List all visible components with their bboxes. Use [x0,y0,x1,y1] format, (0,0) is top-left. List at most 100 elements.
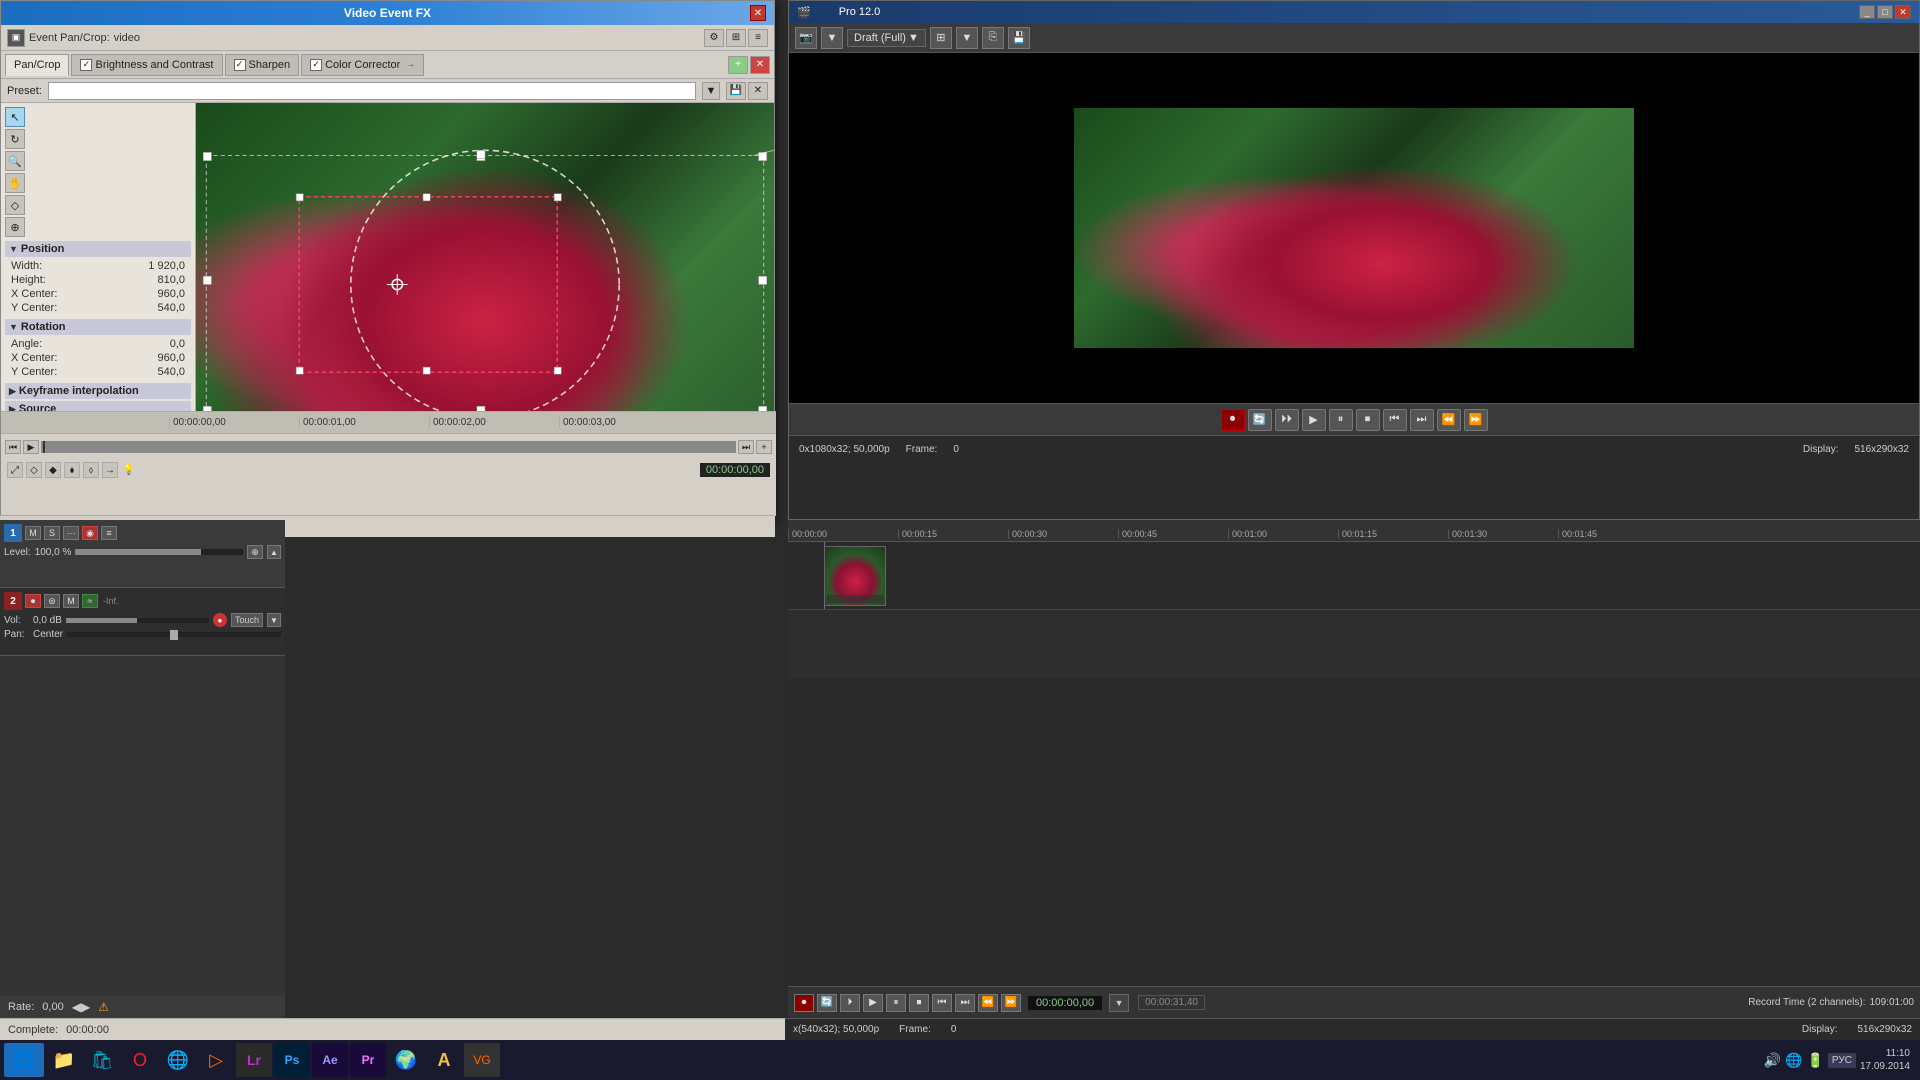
video-clip[interactable] [824,546,886,606]
tl-add-keyframe[interactable]: + [756,440,772,454]
taskbar-chrome-icon[interactable]: 🌐 [160,1043,196,1077]
tl-tool-3[interactable]: ◆ [45,462,61,478]
tool-anchor[interactable]: ⊕ [5,217,25,237]
tool-move[interactable]: ✋ [5,173,25,193]
track1-expand[interactable]: ▲ [267,545,281,559]
pb-go-end[interactable]: ⏭ [1410,409,1434,431]
preview-quality-dropdown[interactable]: Draft (Full) ▼ [847,29,926,47]
track2-record-arm[interactable]: ● [213,613,227,627]
tab-sharpen-check[interactable]: ✓ [234,59,246,71]
tl-tool-4[interactable]: ⬧ [64,462,80,478]
systray-sound-icon[interactable]: 🔊 [1764,1052,1781,1069]
preview-camera-btn[interactable]: 📷 [795,27,817,49]
taskbar-media-icon[interactable]: ▷ [198,1043,234,1077]
tab-sharpen[interactable]: ✓ Sharpen [225,54,300,76]
track1-slider[interactable] [75,549,243,555]
tl-tool-2[interactable]: ◇ [26,462,42,478]
track1-mute[interactable]: M [25,526,41,540]
preset-input[interactable] [48,82,696,100]
vt-play-sel[interactable]: ⏵ [840,994,860,1012]
tool-select[interactable]: ↖ [5,107,25,127]
pb-loop-btn[interactable]: 🔄 [1248,409,1272,431]
vt-go-end[interactable]: ⏭ [955,994,975,1012]
taskbar-vegas-icon[interactable]: VG [464,1043,500,1077]
pb-pause-btn[interactable]: ⏸ [1329,409,1353,431]
track2-mode-arrow[interactable]: ▼ [267,613,281,627]
preview-save-btn[interactable]: 💾 [1008,27,1030,49]
tool-keyframe[interactable]: ◇ [5,195,25,215]
preview-grid-arrow[interactable]: ▼ [956,27,978,49]
vt-stop[interactable]: ⏹ [909,994,929,1012]
position-header[interactable]: ▼ Position [5,241,191,257]
taskbar-lightroom-icon[interactable]: Lr [236,1043,272,1077]
pb-stop-btn[interactable]: ⏹ [1356,409,1380,431]
tool-zoom[interactable]: 🔍 [5,151,25,171]
pb-play-from-start[interactable]: ⏵⏵ [1275,409,1299,431]
taskbar-photoshop-icon[interactable]: Ps [274,1043,310,1077]
taskbar-ae-icon[interactable]: Ae [312,1043,348,1077]
systray-battery-icon[interactable]: 🔋 [1806,1052,1823,1069]
tool-rotate[interactable]: ↻ [5,129,25,149]
vt-go-start[interactable]: ⏮ [932,994,952,1012]
tl-play[interactable]: ▶ [23,440,39,454]
track2-mute[interactable]: M [63,594,79,608]
keyframe-header[interactable]: ▶ Keyframe interpolation [5,383,191,399]
vfx-icon-btn-1[interactable]: ⚙ [704,29,724,47]
start-button[interactable] [4,1043,44,1077]
track2-fx-btn[interactable]: ≈ [82,594,98,608]
pb-go-start[interactable]: ⏮ [1383,409,1407,431]
vfx-icon-btn-2[interactable]: ⊞ [726,29,746,47]
tab-remove-icon[interactable]: ✕ [750,56,770,74]
track1-composite[interactable]: ⊕ [247,545,263,559]
tab-color-corrector[interactable]: ✓ Color Corrector → [301,54,424,76]
vegas-maximize-btn[interactable]: □ [1877,5,1893,19]
taskbar-premiere-icon[interactable]: Pr [350,1043,386,1077]
preview-copy-btn[interactable]: ⎘ [982,27,1004,49]
pb-play-btn[interactable]: ▶ [1302,409,1326,431]
track1-settings[interactable]: ≡ [101,526,117,540]
taskbar-a-icon[interactable]: A [426,1043,462,1077]
preview-dropdown-btn[interactable]: ▼ [821,27,843,49]
vt-record[interactable]: ⏺ [794,994,814,1012]
rate-arrows[interactable]: ◀▶ [72,1000,90,1014]
track2-record[interactable]: ⏺ [25,594,41,608]
tl-go-end[interactable]: ⏭ [738,440,754,454]
tl-tool-6[interactable]: → [102,462,118,478]
preview-grid-btn[interactable]: ⊞ [930,27,952,49]
tl-go-start[interactable]: ⏮ [5,440,21,454]
preset-dropdown[interactable]: ▼ [702,82,720,100]
track2-arm[interactable]: ⊜ [44,594,60,608]
track2-pan-slider[interactable] [67,632,281,637]
pb-record-btn[interactable]: ⏺ [1221,409,1245,431]
pb-next-frame[interactable]: ⏩ [1464,409,1488,431]
tab-pan-crop[interactable]: Pan/Crop [5,54,69,76]
lang-button[interactable]: РУС [1828,1053,1856,1068]
vt-pause[interactable]: ⏸ [886,994,906,1012]
taskbar-store-icon[interactable]: 🛍 [84,1043,120,1077]
rotation-header[interactable]: ▼ Rotation [5,319,191,335]
vt-timecode-dropdown[interactable]: ▼ [1109,994,1129,1012]
track2-vol-slider[interactable] [66,618,209,623]
taskbar-opera-icon[interactable]: O [122,1043,158,1077]
track2-mode[interactable]: Touch [231,613,263,627]
systray-network-icon[interactable]: 🌐 [1785,1052,1802,1069]
track1-more[interactable]: ⋯ [63,526,79,540]
track1-fx[interactable]: ◉ [82,526,98,540]
preset-delete-icon[interactable]: ✕ [748,82,768,100]
track1-solo[interactable]: S [44,526,60,540]
vt-prev-event[interactable]: ⏪ [978,994,998,1012]
vegas-close-btn[interactable]: ✕ [1895,5,1911,19]
taskbar-browser-icon[interactable]: 🌍 [388,1043,424,1077]
preset-save-icon[interactable]: 💾 [726,82,746,100]
vfx-icon-btn-3[interactable]: ≡ [748,29,768,47]
tab-add-icon[interactable]: + [728,56,748,74]
tl-tool-1[interactable]: ⤢ [7,462,23,478]
tab-color-check[interactable]: ✓ [310,59,322,71]
vegas-minimize-btn[interactable]: _ [1859,5,1875,19]
vt-loop[interactable]: 🔄 [817,994,837,1012]
tab-brightness[interactable]: ✓ Brightness and Contrast [71,54,222,76]
pb-prev-frame[interactable]: ⏪ [1437,409,1461,431]
vt-next-event[interactable]: ⏩ [1001,994,1021,1012]
vt-play[interactable]: ▶ [863,994,883,1012]
vfx-close-button[interactable]: ✕ [750,5,766,21]
